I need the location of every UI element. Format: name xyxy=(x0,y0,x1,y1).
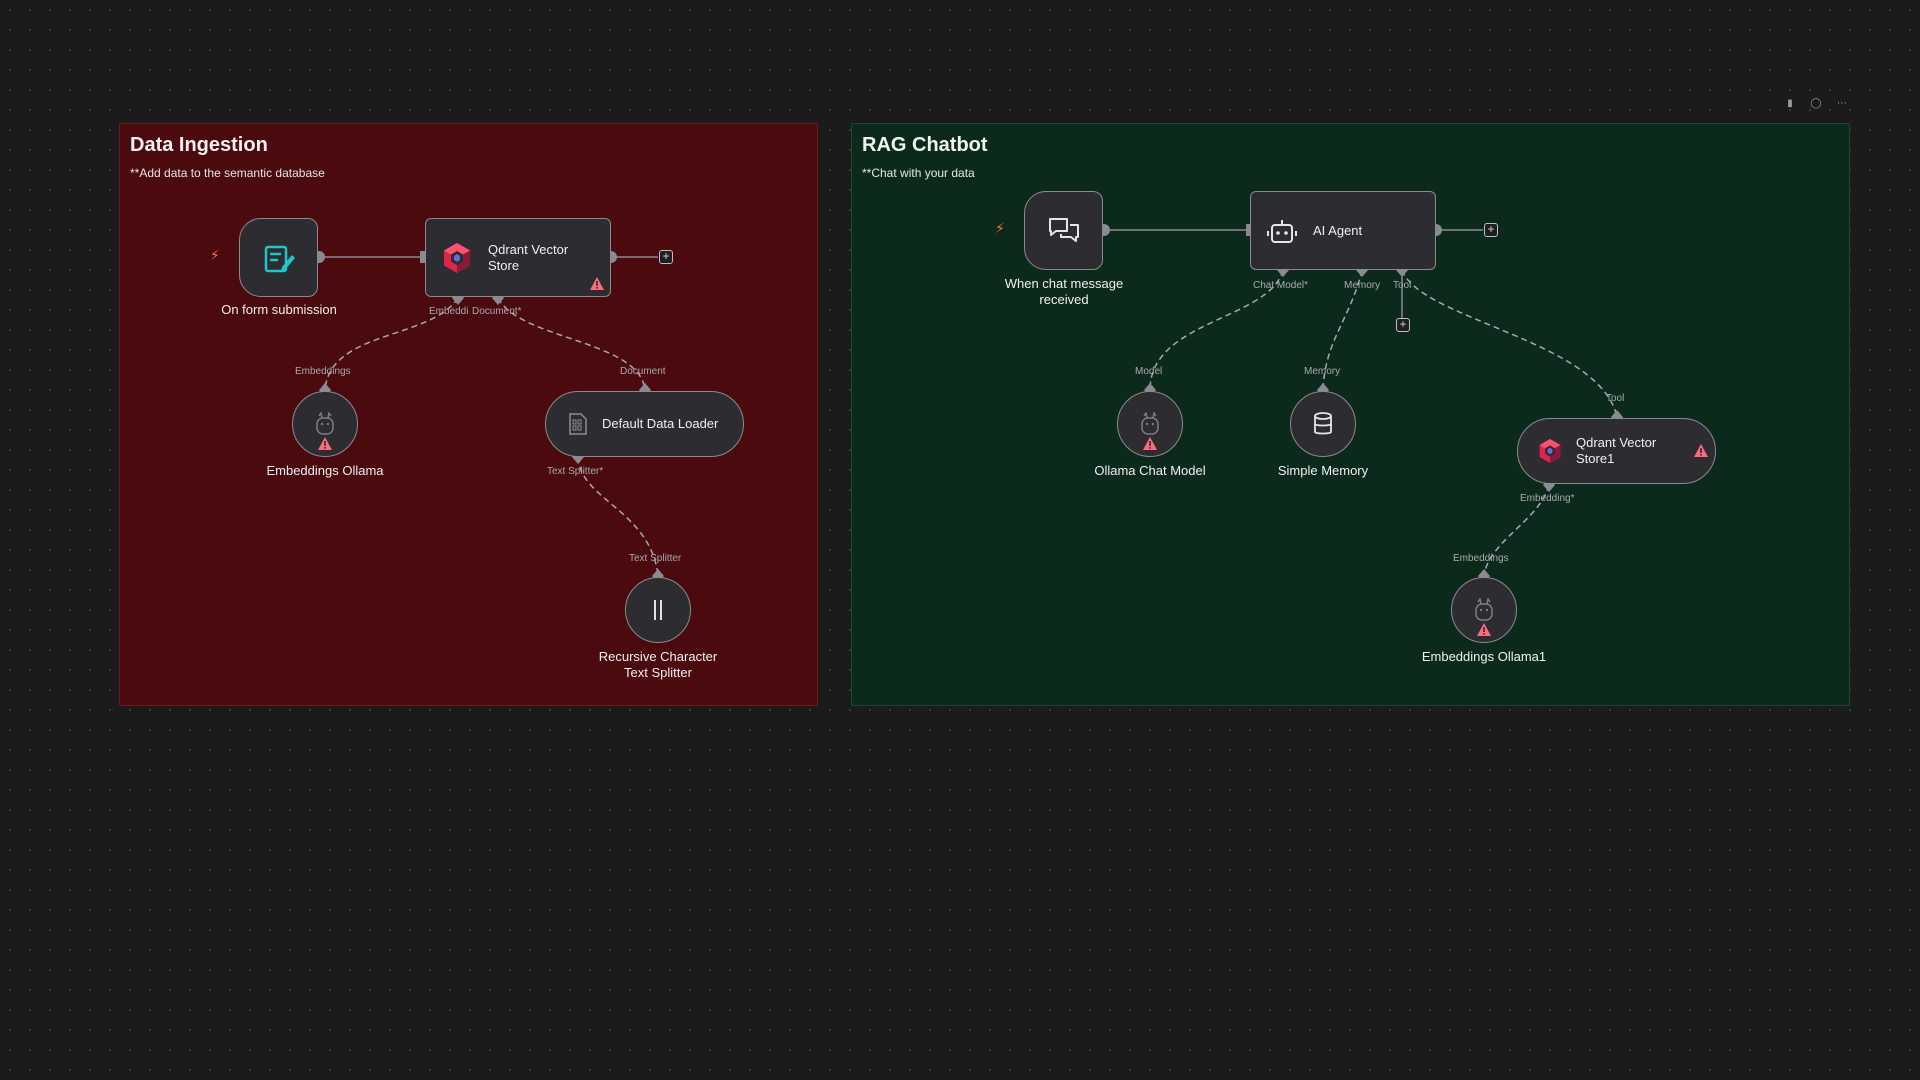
port-label: Embeddings xyxy=(295,366,351,377)
chat-icon xyxy=(1048,217,1079,242)
label-line: Text Splitter xyxy=(624,665,692,680)
port-label: Text Splitter* xyxy=(547,466,604,477)
node-recursive-text-splitter[interactable] xyxy=(625,577,691,643)
port-label: Chat Model* xyxy=(1253,280,1309,291)
node-qdrant-vector-store1[interactable]: Qdrant Vector Store1 xyxy=(1517,418,1716,484)
document-icon xyxy=(569,413,587,435)
trigger-bolt-icon: ⚡ xyxy=(995,220,1005,236)
connections-layer xyxy=(313,224,1623,583)
warning-icon xyxy=(1143,437,1157,450)
port-label: Document* xyxy=(472,306,522,317)
trigger-bolt-icon: ⚡ xyxy=(210,247,220,263)
label-line: received xyxy=(1039,292,1089,307)
port-label: Tool xyxy=(1606,393,1625,404)
node-ai-agent[interactable]: AI Agent xyxy=(1250,191,1436,270)
warning-icon xyxy=(590,277,604,290)
node-chat-trigger[interactable] xyxy=(1024,191,1103,270)
node-label: When chat message received xyxy=(984,276,1144,308)
node-label: On form submission xyxy=(221,302,337,317)
add-tool-button[interactable]: + xyxy=(1396,318,1410,332)
port-label: Embeddi xyxy=(429,306,469,317)
port-label: Document xyxy=(620,366,666,377)
node-label: Embeddings Ollama1 xyxy=(1421,649,1547,664)
add-node-button[interactable]: + xyxy=(1484,223,1498,237)
port-label: Tool xyxy=(1393,280,1412,291)
database-icon xyxy=(1314,412,1332,435)
workflow-canvas[interactable]: Data Ingestion **Add data to the semanti… xyxy=(0,0,1920,1080)
node-title: Store1 xyxy=(1576,451,1615,466)
qdrant-icon xyxy=(1539,439,1561,463)
node-label: Ollama Chat Model xyxy=(1094,463,1206,478)
add-node-button[interactable]: + xyxy=(659,250,673,264)
robot-icon xyxy=(1267,219,1297,243)
node-title: Qdrant Vector xyxy=(488,241,569,257)
ollama-icon xyxy=(1141,412,1159,435)
port-label: Embedding* xyxy=(1520,493,1575,504)
node-label: Simple Memory xyxy=(1277,463,1369,478)
node-label: Recursive Character Text Splitter xyxy=(578,649,738,681)
node-label: Embeddings Ollama xyxy=(266,463,384,478)
port-label: Memory xyxy=(1304,366,1341,377)
form-icon xyxy=(264,245,295,272)
node-embeddings-ollama1[interactable] xyxy=(1451,577,1517,643)
port-label: Embeddings xyxy=(1453,553,1509,564)
warning-icon xyxy=(1477,623,1491,636)
label-line: When chat message xyxy=(1004,276,1124,291)
node-title: Store xyxy=(488,257,520,273)
ollama-icon xyxy=(1475,598,1493,621)
splitter-icon xyxy=(654,600,662,620)
qdrant-icon xyxy=(444,242,470,273)
node-qdrant-vector-store[interactable]: Qdrant Vector Store xyxy=(425,218,611,297)
port-label: Text Splitter xyxy=(629,553,682,564)
port-label: Memory xyxy=(1344,280,1381,291)
node-title: Default Data Loader xyxy=(602,416,719,431)
node-simple-memory[interactable] xyxy=(1290,391,1356,457)
node-title: Qdrant Vector xyxy=(1576,435,1657,450)
node-embeddings-ollama[interactable] xyxy=(292,391,358,457)
port-label: Model xyxy=(1135,366,1163,377)
node-ollama-chat-model[interactable] xyxy=(1117,391,1183,457)
node-form-trigger[interactable] xyxy=(239,218,318,297)
ollama-icon xyxy=(316,412,334,435)
node-title: AI Agent xyxy=(1313,222,1363,238)
label-line: Recursive Character xyxy=(598,649,718,664)
warning-icon xyxy=(318,437,332,450)
connection-tool-dashed xyxy=(1401,269,1618,418)
warning-icon xyxy=(1694,444,1708,457)
node-default-data-loader[interactable]: Default Data Loader xyxy=(545,391,744,457)
